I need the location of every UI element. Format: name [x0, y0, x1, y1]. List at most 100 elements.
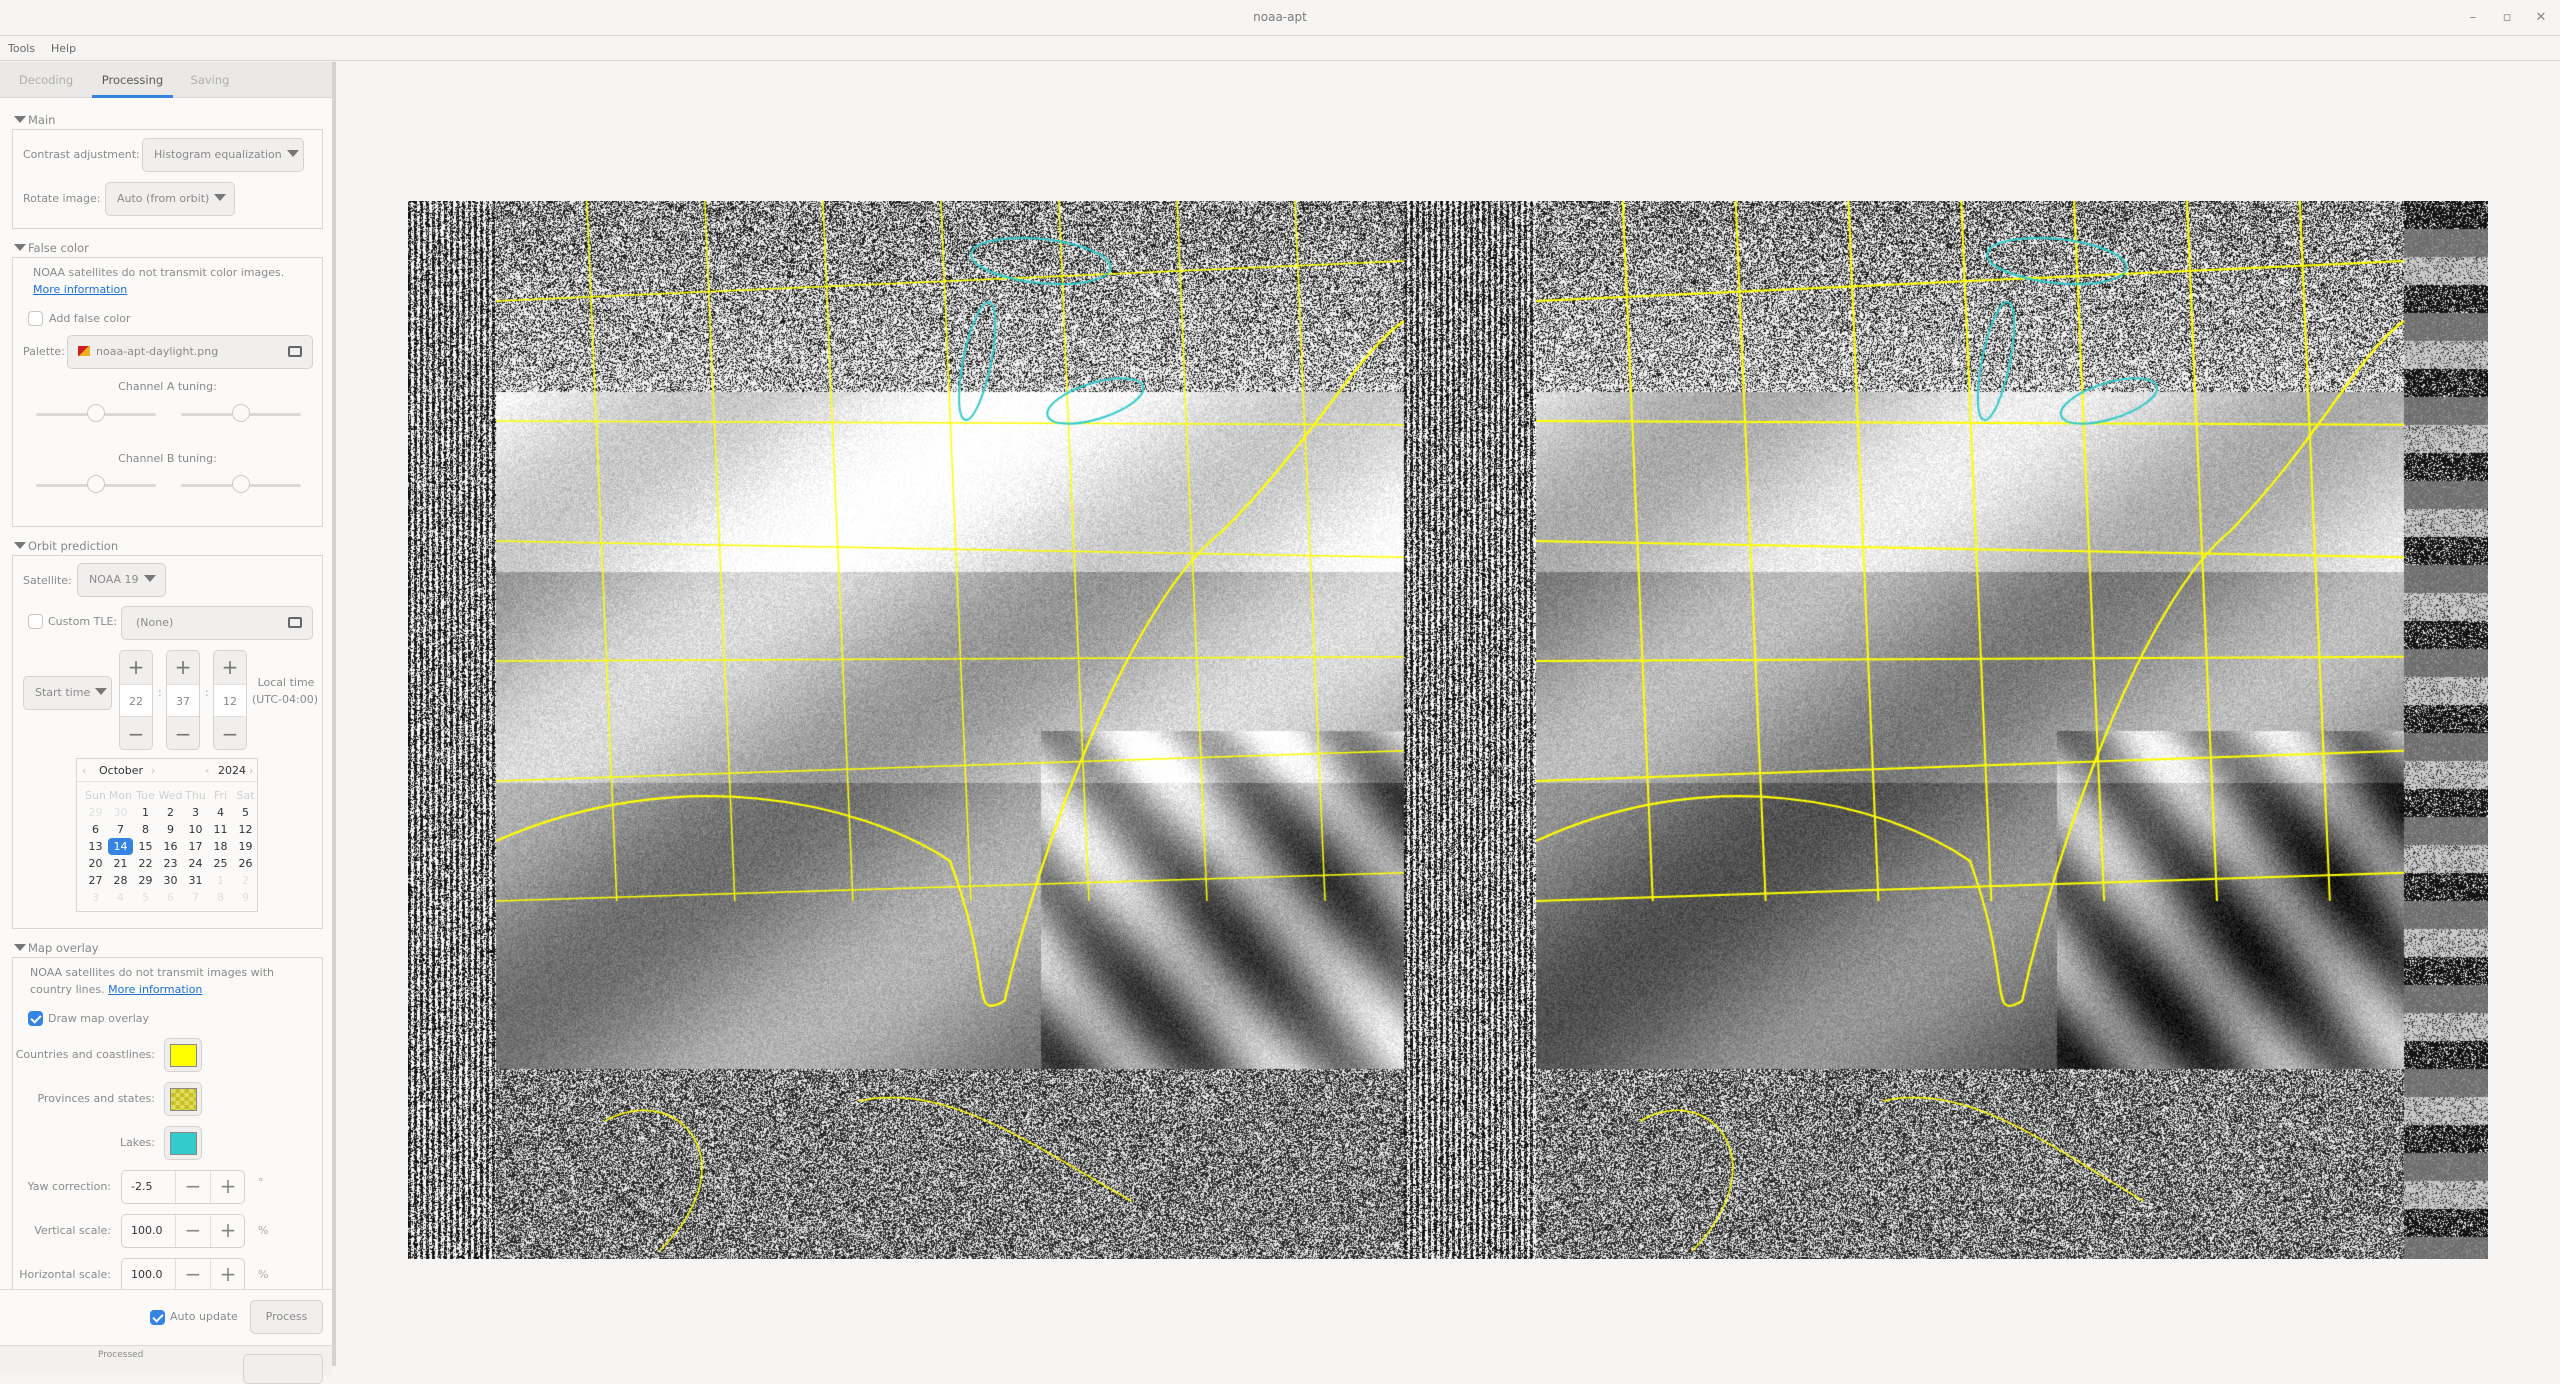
calendar-day[interactable]: 4 — [108, 889, 133, 906]
slider-knob[interactable] — [87, 404, 105, 422]
calendar-day[interactable]: 2 — [233, 872, 258, 889]
calendar-day[interactable]: 22 — [133, 855, 158, 872]
calendar-day[interactable]: 27 — [83, 872, 108, 889]
menu-help[interactable]: Help — [51, 42, 76, 55]
tab-saving[interactable]: Saving — [188, 62, 232, 98]
calendar-day[interactable]: 28 — [108, 872, 133, 889]
minute-value[interactable]: 37 — [167, 684, 199, 717]
calendar-day[interactable]: 16 — [158, 838, 183, 855]
section-orbit-header[interactable]: Orbit prediction — [14, 539, 118, 553]
calendar-day[interactable]: 21 — [108, 855, 133, 872]
vertical-scale-spinner[interactable]: 100.0 − + — [121, 1214, 245, 1248]
increment-button[interactable]: + — [210, 1215, 245, 1247]
calendar-day[interactable]: 30 — [108, 804, 133, 821]
decrement-minute-button[interactable]: − — [167, 718, 199, 750]
status-action-button[interactable] — [243, 1354, 323, 1384]
maximize-icon[interactable]: ▫ — [2497, 8, 2517, 28]
provinces-color-button[interactable] — [164, 1082, 202, 1116]
horizontal-scale-spinner[interactable]: 100.0 − + — [121, 1258, 245, 1289]
hour-spinner[interactable]: + 22 − — [119, 650, 153, 750]
calendar-day[interactable]: 23 — [158, 855, 183, 872]
next-month-icon[interactable]: › — [151, 764, 155, 777]
prev-year-icon[interactable]: ‹ — [205, 764, 209, 777]
calendar-day[interactable]: 20 — [83, 855, 108, 872]
countries-color-button[interactable] — [164, 1038, 202, 1072]
calendar-day[interactable]: 1 — [208, 872, 233, 889]
increment-hour-button[interactable]: + — [120, 651, 152, 683]
horizontal-scale-input[interactable]: 100.0 — [122, 1259, 175, 1289]
calendar-day[interactable]: 5 — [233, 804, 258, 821]
calendar-day[interactable]: 30 — [158, 872, 183, 889]
calendar-day[interactable]: 2 — [158, 804, 183, 821]
calendar-day[interactable]: 17 — [183, 838, 208, 855]
image-viewer[interactable] — [340, 62, 2560, 1366]
calendar-day[interactable]: 7 — [108, 821, 133, 838]
calendar-day[interactable]: 13 — [83, 838, 108, 855]
custom-tle-file-chooser[interactable]: (None) — [121, 606, 313, 640]
decrement-button[interactable]: − — [175, 1259, 210, 1289]
more-information-link[interactable]: More information — [108, 983, 202, 996]
satellite-dropdown[interactable]: NOAA 19 — [77, 563, 166, 597]
calendar-day[interactable]: 4 — [208, 804, 233, 821]
increment-minute-button[interactable]: + — [167, 651, 199, 683]
calendar-day[interactable]: 6 — [158, 889, 183, 906]
calendar-day[interactable]: 29 — [133, 872, 158, 889]
calendar-day[interactable]: 6 — [83, 821, 108, 838]
increment-second-button[interactable]: + — [214, 651, 246, 683]
channel-b-slider-2[interactable] — [181, 475, 301, 495]
slider-knob[interactable] — [87, 475, 105, 493]
process-button[interactable]: Process — [250, 1300, 323, 1334]
tab-decoding[interactable]: Decoding — [14, 62, 78, 98]
calendar-day[interactable]: 9 — [233, 889, 258, 906]
section-false-color-header[interactable]: False color — [14, 241, 89, 255]
lakes-color-button[interactable] — [164, 1126, 202, 1160]
slider-knob[interactable] — [232, 475, 250, 493]
increment-button[interactable]: + — [210, 1259, 245, 1289]
minute-spinner[interactable]: + 37 − — [166, 650, 200, 750]
calendar-day[interactable]: 8 — [208, 889, 233, 906]
prev-month-icon[interactable]: ‹ — [82, 764, 86, 777]
decrement-hour-button[interactable]: − — [120, 718, 152, 750]
calendar-day[interactable]: 3 — [183, 804, 208, 821]
channel-a-slider-1[interactable] — [36, 404, 156, 424]
second-value[interactable]: 12 — [214, 684, 246, 717]
auto-update-checkbox[interactable] — [150, 1310, 165, 1325]
minimize-icon[interactable]: – — [2463, 8, 2483, 28]
calendar-day[interactable]: 3 — [83, 889, 108, 906]
add-false-color-checkbox[interactable] — [28, 311, 43, 326]
decrement-button[interactable]: − — [175, 1171, 210, 1203]
calendar-day[interactable]: 25 — [208, 855, 233, 872]
tab-processing[interactable]: Processing — [92, 62, 173, 98]
hour-value[interactable]: 22 — [120, 684, 152, 717]
second-spinner[interactable]: + 12 − — [213, 650, 247, 750]
calendar-day[interactable]: 8 — [133, 821, 158, 838]
calendar-day[interactable]: 5 — [133, 889, 158, 906]
calendar-day[interactable]: 11 — [208, 821, 233, 838]
yaw-correction-spinner[interactable]: -2.5 − + — [121, 1170, 245, 1204]
calendar-day[interactable]: 12 — [233, 821, 258, 838]
calendar-day[interactable]: 10 — [183, 821, 208, 838]
channel-b-slider-1[interactable] — [36, 475, 156, 495]
next-year-icon[interactable]: › — [249, 764, 253, 777]
draw-map-overlay-checkbox[interactable] — [28, 1011, 43, 1026]
calendar-day[interactable]: 18 — [208, 838, 233, 855]
calendar-day[interactable]: 29 — [83, 804, 108, 821]
yaw-correction-input[interactable]: -2.5 — [122, 1171, 175, 1203]
calendar-day[interactable]: 7 — [183, 889, 208, 906]
calendar-day[interactable]: 9 — [158, 821, 183, 838]
calendar-day[interactable]: 19 — [233, 838, 258, 855]
decrement-second-button[interactable]: − — [214, 718, 246, 750]
calendar-day[interactable]: 1 — [133, 804, 158, 821]
start-time-dropdown[interactable]: Start time — [23, 676, 112, 710]
close-icon[interactable]: ✕ — [2531, 8, 2551, 28]
calendar-day[interactable]: 14 — [108, 838, 133, 855]
increment-button[interactable]: + — [210, 1171, 245, 1203]
slider-knob[interactable] — [232, 404, 250, 422]
menu-tools[interactable]: Tools — [8, 42, 35, 55]
calendar[interactable]: ‹ October › ‹ 2024 › Sun Mon Tue Wed Thu Fri S… — [76, 758, 258, 912]
rotate-dropdown[interactable]: Auto (from orbit) — [105, 182, 235, 216]
section-map-overlay-header[interactable]: Map overlay — [14, 941, 99, 955]
calendar-day[interactable]: 15 — [133, 838, 158, 855]
more-information-link[interactable]: More information — [33, 283, 127, 296]
contrast-dropdown[interactable]: Histogram equalization — [142, 138, 304, 172]
